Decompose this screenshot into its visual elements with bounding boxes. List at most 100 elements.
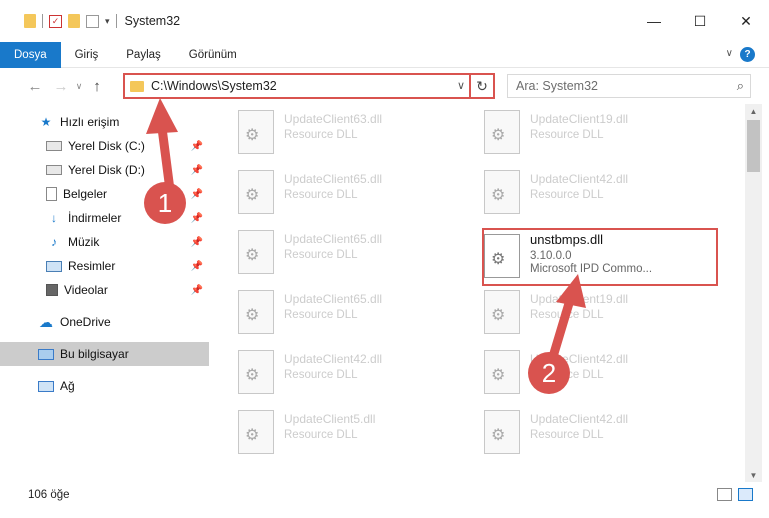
help-icon[interactable]: ?	[740, 47, 755, 62]
file-description: Resource DLL	[284, 309, 358, 321]
sidebar-item-label: Yerel Disk (C:)	[68, 139, 145, 153]
drive-icon	[46, 141, 62, 151]
properties-icon[interactable]: ✓	[49, 14, 62, 28]
file-name: UpdateClient19.dll	[530, 292, 629, 306]
dll-file-icon	[238, 110, 274, 154]
tab-share[interactable]: Paylaş	[112, 42, 175, 68]
address-path[interactable]: C:\Windows\System32	[151, 79, 277, 93]
computer-icon	[38, 348, 54, 360]
sidebar-item-onedrive[interactable]: ☁ OneDrive	[0, 310, 209, 334]
scroll-up-icon[interactable]: ▲	[745, 104, 762, 118]
pictures-icon	[46, 260, 62, 272]
dll-file-icon	[238, 350, 274, 394]
file-item[interactable]: UpdateClient42.dllResource DLL	[468, 166, 704, 218]
sidebar-item-label: Ağ	[60, 379, 75, 393]
file-item[interactable]: UpdateClient65.dll Resource DLL	[222, 166, 458, 218]
tab-file[interactable]: Dosya	[0, 41, 61, 68]
pin-icon[interactable]: 📌	[191, 285, 203, 296]
file-description: Resource DLL	[284, 249, 358, 261]
file-item[interactable]: UpdateClient42.dll Resource DLL	[222, 346, 458, 398]
sidebar-item-network[interactable]: Ağ	[0, 374, 209, 398]
sidebar-item-this-pc[interactable]: Bu bilgisayar	[0, 342, 209, 366]
customize-dropdown-icon[interactable]: ▾	[105, 16, 110, 27]
pin-icon[interactable]: 📌	[191, 141, 203, 152]
drive-icon	[46, 165, 62, 175]
recent-locations-button[interactable]: ∨	[72, 75, 86, 97]
pin-icon[interactable]: 📌	[191, 261, 203, 272]
sidebar-item-label: Müzik	[68, 235, 100, 249]
dll-file-icon	[484, 170, 520, 214]
file-item[interactable]: UpdateClient42.dllResource DLL	[468, 406, 704, 458]
dll-file-icon	[484, 290, 520, 334]
maximize-button[interactable]: ☐	[677, 0, 723, 42]
pin-icon[interactable]: 📌	[191, 237, 203, 248]
close-button[interactable]: ✕	[723, 0, 769, 42]
tab-view[interactable]: Görünüm	[175, 42, 251, 68]
sidebar-item-local-disk-c[interactable]: Yerel Disk (C:) 📌	[0, 134, 209, 158]
scroll-down-icon[interactable]: ▼	[745, 468, 762, 482]
title-bar: ✓ ▾ System32 — ☐ ✕	[0, 0, 769, 42]
sidebar-item-label: Hızlı erişim	[60, 115, 120, 129]
large-icons-view-icon[interactable]	[738, 488, 753, 501]
step-badge-2: 2	[528, 352, 570, 394]
videos-icon	[46, 284, 58, 296]
up-button[interactable]: ↑	[86, 75, 108, 97]
tab-home[interactable]: Giriş	[61, 42, 113, 68]
file-description: Resource DLL	[284, 369, 358, 381]
folder-icon	[130, 80, 144, 92]
sidebar-item-quick-access[interactable]: ★ Hızlı erişim	[0, 110, 209, 134]
sidebar-item-label: Belgeler	[63, 187, 108, 201]
view-toggle	[717, 488, 753, 501]
back-button[interactable]: ←	[24, 75, 46, 97]
pin-icon[interactable]: 📌	[191, 165, 203, 176]
file-description: Resource DLL	[530, 129, 604, 141]
file-item[interactable]: UpdateClient19.dll Resource DLL	[468, 106, 704, 158]
downloads-icon: ↓	[51, 211, 57, 225]
network-icon	[38, 380, 54, 392]
documents-icon	[46, 187, 57, 201]
file-name: UpdateClient42.dll	[284, 352, 383, 366]
separator	[115, 14, 117, 28]
minimize-button[interactable]: —	[631, 0, 677, 42]
file-name: UpdateClient65.dll	[284, 292, 383, 306]
music-icon: ♪	[51, 235, 57, 249]
file-item[interactable]: UpdateClient65.dll Resource DLL	[222, 226, 458, 278]
sidebar-item-videos[interactable]: Videolar 📌	[0, 278, 209, 302]
file-description: Resource DLL	[530, 309, 604, 321]
address-bar[interactable]: C:\Windows\System32 ∨ ↻	[123, 73, 495, 99]
sidebar-item-pictures[interactable]: Resimler 📌	[0, 254, 209, 278]
expand-ribbon-icon[interactable]: ∨	[726, 48, 733, 59]
dll-file-icon	[238, 230, 274, 274]
window-controls: — ☐ ✕	[631, 0, 769, 42]
sidebar-item-label: Bu bilgisayar	[60, 347, 129, 361]
pin-icon[interactable]: 📌	[191, 213, 203, 224]
file-description: Resource DLL	[284, 129, 358, 141]
navigation-pane: ★ Hızlı erişim Yerel Disk (C:) 📌 Yerel D…	[0, 108, 209, 482]
file-item[interactable]: UpdateClient5.dll Resource DLL	[222, 406, 458, 458]
dll-file-icon	[238, 170, 274, 214]
file-description: Resource DLL	[530, 429, 604, 441]
vertical-scrollbar[interactable]: ▲ ▼	[745, 104, 762, 482]
refresh-button[interactable]: ↻	[469, 73, 493, 99]
item-count: 106 öğe	[28, 489, 70, 501]
file-item[interactable]: UpdateClient63.dll Resource DLL	[222, 106, 458, 158]
forward-button[interactable]: →	[50, 75, 72, 97]
sidebar-item-music[interactable]: ♪ Müzik 📌	[0, 230, 209, 254]
file-item[interactable]: UpdateClient42.dllResource DLL	[468, 346, 704, 398]
sidebar-item-label: Yerel Disk (D:)	[68, 163, 145, 177]
new-folder-icon[interactable]	[68, 14, 80, 28]
sidebar-item-local-disk-d[interactable]: Yerel Disk (D:) 📌	[0, 158, 209, 182]
separator	[42, 14, 43, 28]
rename-icon[interactable]	[86, 14, 99, 28]
navigation-bar: ← → ∨ ↑ C:\Windows\System32 ∨ ↻ Ara: Sys…	[0, 68, 769, 104]
details-view-icon[interactable]	[717, 488, 732, 501]
file-item[interactable]: UpdateClient65.dll Resource DLL	[222, 286, 458, 338]
file-description: Resource DLL	[284, 189, 358, 201]
search-input[interactable]: Ara: System32 ⌕	[507, 74, 751, 98]
file-item[interactable]: UpdateClient19.dll Resource DLL	[468, 286, 704, 338]
pin-icon[interactable]: 📌	[191, 189, 203, 200]
address-dropdown-icon[interactable]: ∨	[457, 79, 465, 92]
file-description: Resource DLL	[530, 189, 604, 201]
dll-file-icon	[238, 290, 274, 334]
scrollbar-thumb[interactable]	[747, 120, 760, 172]
